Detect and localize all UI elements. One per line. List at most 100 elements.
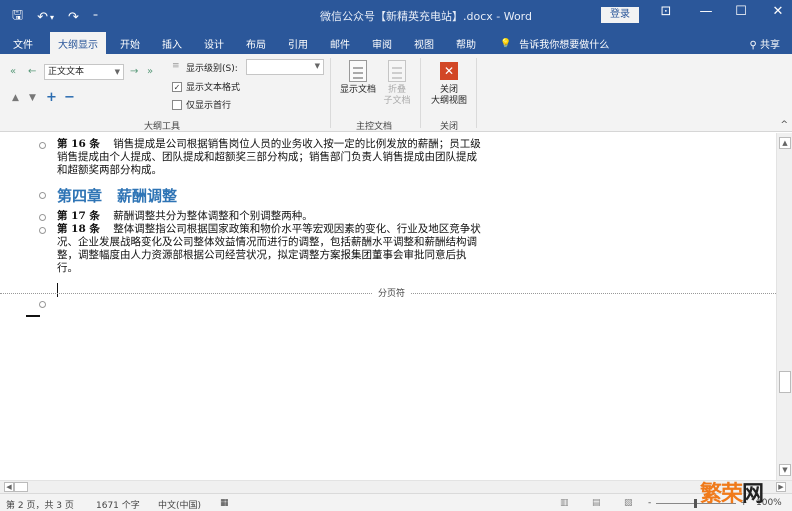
page-break-label: 分页符 — [372, 286, 412, 299]
move-up-icon[interactable]: ▲ — [12, 93, 19, 103]
chevron-down-icon: ▼ — [114, 68, 120, 76]
article-number: 第 16 条 — [57, 138, 100, 150]
article-number: 第 17 条 — [57, 210, 100, 222]
close-outline-view-button[interactable]: ✕ 关闭 大纲视图 — [426, 60, 472, 107]
demote-icon[interactable]: → — [130, 66, 138, 77]
collapse-subdocuments-label-2: 子文档 — [383, 96, 411, 106]
tell-me-search[interactable]: 💡 告诉我你想要做什么 — [500, 36, 610, 52]
outline-level-value: 正文文本 — [48, 67, 85, 77]
tab-help[interactable]: 帮助 — [456, 36, 476, 51]
article-text: 整体调整指公司根据国家政策和物价水平等宏观因素的变化、行业及地区竞争状况、企业发… — [57, 223, 481, 274]
tab-mailings[interactable]: 邮件 — [330, 36, 350, 51]
scroll-down-icon[interactable]: ▼ — [779, 464, 791, 476]
tab-home[interactable]: 开始 — [120, 36, 140, 51]
horizontal-scrollbar[interactable]: ◀ ▶ — [0, 480, 792, 493]
macro-record-icon[interactable]: ▦ — [220, 498, 229, 508]
minimize-icon[interactable]: — — [696, 4, 716, 19]
tab-insert[interactable]: 插入 — [162, 36, 182, 51]
tab-review[interactable]: 审阅 — [372, 36, 392, 51]
status-bar: 第 2 页，共 3 页 1671 个字 中文(中国) ▦ ▥ ▤ ▧ - + 1… — [0, 493, 792, 511]
ribbon-tabs: 文件 大纲显示 开始 插入 设计 布局 引用 邮件 审阅 视图 帮助 💡 告诉我… — [0, 32, 792, 54]
watermark: 繁荣网 — [700, 476, 764, 508]
login-button[interactable]: 登录 — [601, 7, 639, 23]
paragraph-article-18[interactable]: 第 18 条 整体调整指公司根据国家政策和物价水平等宏观因素的变化、行业及地区竞… — [57, 223, 487, 275]
maximize-icon[interactable]: ☐ — [731, 4, 751, 19]
watermark-text-1: 繁荣 — [700, 482, 743, 507]
person-icon: ⚲ — [749, 40, 757, 51]
show-first-line-only-checkbox[interactable]: 仅显示首行 — [172, 98, 231, 111]
language[interactable]: 中文(中国) — [158, 498, 201, 511]
close-outline-icon: ✕ — [440, 62, 458, 80]
web-layout-icon[interactable]: ▧ — [624, 498, 633, 508]
outline-level-select[interactable]: 正文文本 ▼ — [44, 64, 124, 80]
close-window-icon[interactable]: ✕ — [768, 4, 788, 19]
tab-file[interactable]: 文件 — [13, 36, 33, 51]
outline-bullet[interactable] — [39, 192, 46, 199]
subdocument-icon — [388, 60, 406, 82]
zoom-out-button[interactable]: - — [648, 498, 651, 508]
promote-icon[interactable]: ← — [28, 66, 36, 77]
chevron-down-icon: ▼ — [314, 62, 320, 70]
tab-references[interactable]: 引用 — [288, 36, 308, 51]
outline-bullet[interactable] — [39, 227, 46, 234]
close-outline-label-1: 关闭 — [439, 85, 458, 95]
outline-bullet[interactable] — [39, 214, 46, 221]
show-level-label: 显示级别(S): — [186, 64, 238, 74]
show-document-label: 显示文档 — [339, 85, 376, 95]
outline-bullet[interactable] — [39, 142, 46, 149]
read-mode-icon[interactable]: ▥ — [560, 498, 569, 508]
text-cursor — [57, 283, 58, 297]
move-down-icon[interactable]: ▼ — [29, 93, 36, 103]
show-first-line-only-label: 仅显示首行 — [186, 101, 232, 111]
collapse-icon[interactable]: − — [64, 90, 75, 105]
lightbulb-icon: 💡 — [500, 38, 512, 49]
scroll-right-icon[interactable]: ▶ — [776, 482, 786, 492]
document-icon — [349, 60, 367, 82]
paragraph-article-17[interactable]: 第 17 条 薪酬调整共分为整体调整和个别调整两种。 — [57, 210, 487, 223]
tab-view[interactable]: 视图 — [414, 36, 434, 51]
collapse-ribbon-icon[interactable]: ^ — [780, 120, 788, 130]
share-label: 共享 — [760, 40, 780, 51]
scroll-up-icon[interactable]: ▲ — [779, 137, 791, 149]
show-level-select[interactable]: ▼ — [246, 59, 324, 75]
show-level-icon: ≡ — [172, 61, 180, 71]
vertical-scrollbar[interactable]: ▲ ▼ — [776, 133, 792, 480]
vertical-scroll-thumb[interactable] — [779, 371, 791, 393]
tab-outline[interactable]: 大纲显示 — [50, 32, 106, 54]
page-count[interactable]: 第 2 页，共 3 页 — [6, 498, 74, 511]
tab-design[interactable]: 设计 — [204, 36, 224, 51]
tab-layout[interactable]: 布局 — [246, 36, 266, 51]
ribbon-display-options-icon[interactable]: ⊡ — [656, 4, 676, 19]
print-layout-icon[interactable]: ▤ — [592, 498, 601, 508]
collapse-subdocuments-button[interactable]: 折叠 子文档 — [380, 60, 414, 107]
title-bar: 🖫 ↶ ▾ ↷ ⁼ 微信公众号【新精英充电站】.docx - Word 登录 ⊡… — [0, 0, 792, 32]
show-document-button[interactable]: 显示文档 — [338, 60, 378, 96]
show-text-formatting-label: 显示文本格式 — [186, 83, 241, 93]
show-text-formatting-checkbox[interactable]: ✓ 显示文本格式 — [172, 80, 240, 93]
checkbox-checked-icon: ✓ — [172, 81, 182, 92]
scroll-left-icon[interactable]: ◀ — [4, 482, 14, 492]
document-area[interactable]: 第 16 条 销售提成是公司根据销售岗位人员的业务收入按一定的比例发放的薪酬；员… — [0, 133, 776, 480]
group-label-close: 关闭 — [440, 122, 459, 132]
group-separator — [330, 58, 331, 128]
group-separator — [476, 58, 477, 128]
paragraph-article-16[interactable]: 第 16 条 销售提成是公司根据销售岗位人员的业务收入按一定的比例发放的薪酬；员… — [57, 138, 487, 177]
promote-to-heading1-icon[interactable]: « — [10, 66, 16, 77]
article-text: 销售提成是公司根据销售岗位人员的业务收入按一定的比例发放的薪酬；员工级销售提成由… — [57, 138, 481, 176]
group-label-master-document: 主控文档 — [356, 122, 393, 132]
expand-icon[interactable]: + — [46, 90, 57, 105]
share-button[interactable]: ⚲ 共享 — [749, 36, 780, 51]
end-of-document-marker — [26, 315, 40, 317]
tell-me-text: 告诉我你想要做什么 — [519, 40, 610, 51]
article-text: 薪酬调整共分为整体调整和个别调整两种。 — [113, 210, 313, 222]
word-count[interactable]: 1671 个字 — [96, 498, 140, 511]
demote-to-body-icon[interactable]: » — [147, 66, 153, 77]
ribbon: « ← 正文文本 ▼ → » ▲ ▼ + − ≡ 显示级别(S): ▼ ✓ 显示… — [0, 54, 792, 132]
horizontal-scroll-thumb[interactable] — [14, 482, 28, 492]
article-number: 第 18 条 — [57, 223, 100, 235]
checkbox-unchecked-icon — [172, 99, 182, 110]
group-separator — [420, 58, 421, 128]
chapter-heading[interactable]: 第四章 薪酬调整 — [57, 185, 177, 206]
zoom-slider-thumb[interactable] — [694, 499, 697, 508]
outline-bullet[interactable] — [39, 301, 46, 308]
